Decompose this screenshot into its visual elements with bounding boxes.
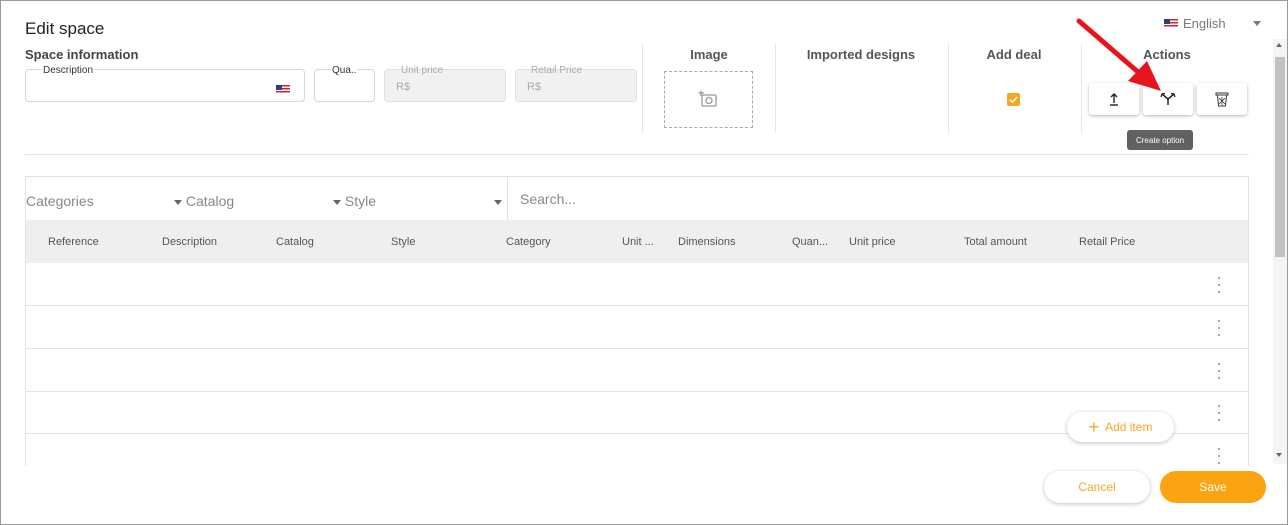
column-header-retail-price[interactable]: Retail Price xyxy=(1079,236,1135,248)
style-filter[interactable]: Style xyxy=(333,193,376,209)
add-item-label: Add item xyxy=(1105,420,1153,434)
plus-icon: + xyxy=(1088,417,1100,437)
catalog-filter-label: Catalog xyxy=(185,193,235,209)
more-vert-icon[interactable] xyxy=(1213,277,1225,293)
column-header-style[interactable]: Style xyxy=(391,236,415,248)
more-vert-icon[interactable] xyxy=(1213,448,1225,464)
more-vert-icon[interactable] xyxy=(1213,363,1225,379)
more-vert-icon[interactable] xyxy=(1213,405,1225,421)
column-header-unit[interactable]: Unit ... xyxy=(622,236,654,248)
divider xyxy=(507,177,508,221)
scroll-up-icon[interactable] xyxy=(1276,43,1282,47)
column-header-quantity[interactable]: Quan... xyxy=(792,236,828,248)
table-row xyxy=(26,391,1248,434)
column-header-total-amount[interactable]: Total amount xyxy=(964,236,1027,248)
catalog-filter[interactable]: Catalog xyxy=(174,193,234,209)
scroll-down-icon[interactable] xyxy=(1276,453,1282,457)
caret-down-icon[interactable] xyxy=(494,200,502,205)
caret-down-icon xyxy=(333,199,341,205)
edit-space-dialog: Edit space English Space information Des… xyxy=(0,0,1288,525)
column-header-description[interactable]: Description xyxy=(162,236,217,248)
items-table: Categories Catalog Style Reference Descr… xyxy=(25,176,1249,466)
caret-down-icon xyxy=(174,199,182,205)
column-header-dimensions[interactable]: Dimensions xyxy=(678,236,735,248)
column-header-catalog[interactable]: Catalog xyxy=(276,236,314,248)
style-filter-label: Style xyxy=(344,193,377,209)
table-row xyxy=(26,349,1248,392)
table-row xyxy=(26,306,1248,349)
section-divider xyxy=(25,154,1249,155)
table-row xyxy=(26,263,1248,306)
column-header-unit-price[interactable]: Unit price xyxy=(849,236,895,248)
table-row xyxy=(26,434,1248,466)
column-header-reference[interactable]: Reference xyxy=(48,236,99,248)
categories-filter[interactable]: Categories xyxy=(26,193,94,209)
save-button[interactable]: Save xyxy=(1160,471,1266,503)
filter-bar: Categories Catalog Style xyxy=(26,177,1248,221)
more-vert-icon[interactable] xyxy=(1213,320,1225,336)
scrollbar-thumb[interactable] xyxy=(1275,57,1285,257)
table-header: Reference Description Catalog Style Cate… xyxy=(26,220,1248,263)
categories-filter-label: Categories xyxy=(26,193,94,209)
add-item-button[interactable]: + Add item xyxy=(1067,412,1174,442)
search-input[interactable] xyxy=(520,187,1220,211)
cancel-button[interactable]: Cancel xyxy=(1044,471,1150,503)
column-header-category[interactable]: Category xyxy=(506,236,551,248)
